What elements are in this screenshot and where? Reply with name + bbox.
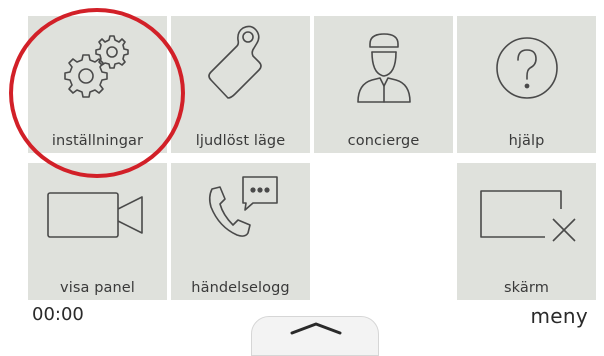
tile-event-log[interactable]: händelselogg [171, 163, 310, 300]
tile-silent-mode[interactable]: ljudlöst läge [171, 16, 310, 153]
screen-off-icon [457, 163, 596, 271]
concierge-person-icon [314, 16, 453, 124]
help-question-icon [457, 16, 596, 124]
tile-show-panel[interactable]: visa panel [28, 163, 167, 300]
do-not-disturb-hanger-icon [171, 16, 310, 124]
tile-label: händelselogg [191, 280, 290, 296]
tile-label: visa panel [60, 280, 135, 296]
tile-empty-slot [314, 163, 453, 300]
tile-label: inställningar [51, 133, 144, 149]
video-camera-icon [28, 163, 167, 271]
tile-concierge[interactable]: concierge [314, 16, 453, 153]
clock-time: 00:00 [32, 304, 84, 325]
settings-gears-icon [28, 16, 167, 124]
chevron-up-icon [290, 322, 342, 335]
tile-settings[interactable]: inställningar [28, 16, 167, 153]
tile-label: ljudlöst läge [195, 133, 286, 149]
tile-label: concierge [347, 133, 420, 149]
pull-up-handle[interactable] [251, 316, 379, 356]
tile-label: skärm [504, 280, 549, 296]
call-log-icon [171, 163, 310, 271]
tile-screen[interactable]: skärm [457, 163, 596, 300]
tile-label: hjälp [508, 133, 545, 149]
menu-button[interactable]: meny [531, 304, 589, 328]
tile-help[interactable]: hjälp [457, 16, 596, 153]
